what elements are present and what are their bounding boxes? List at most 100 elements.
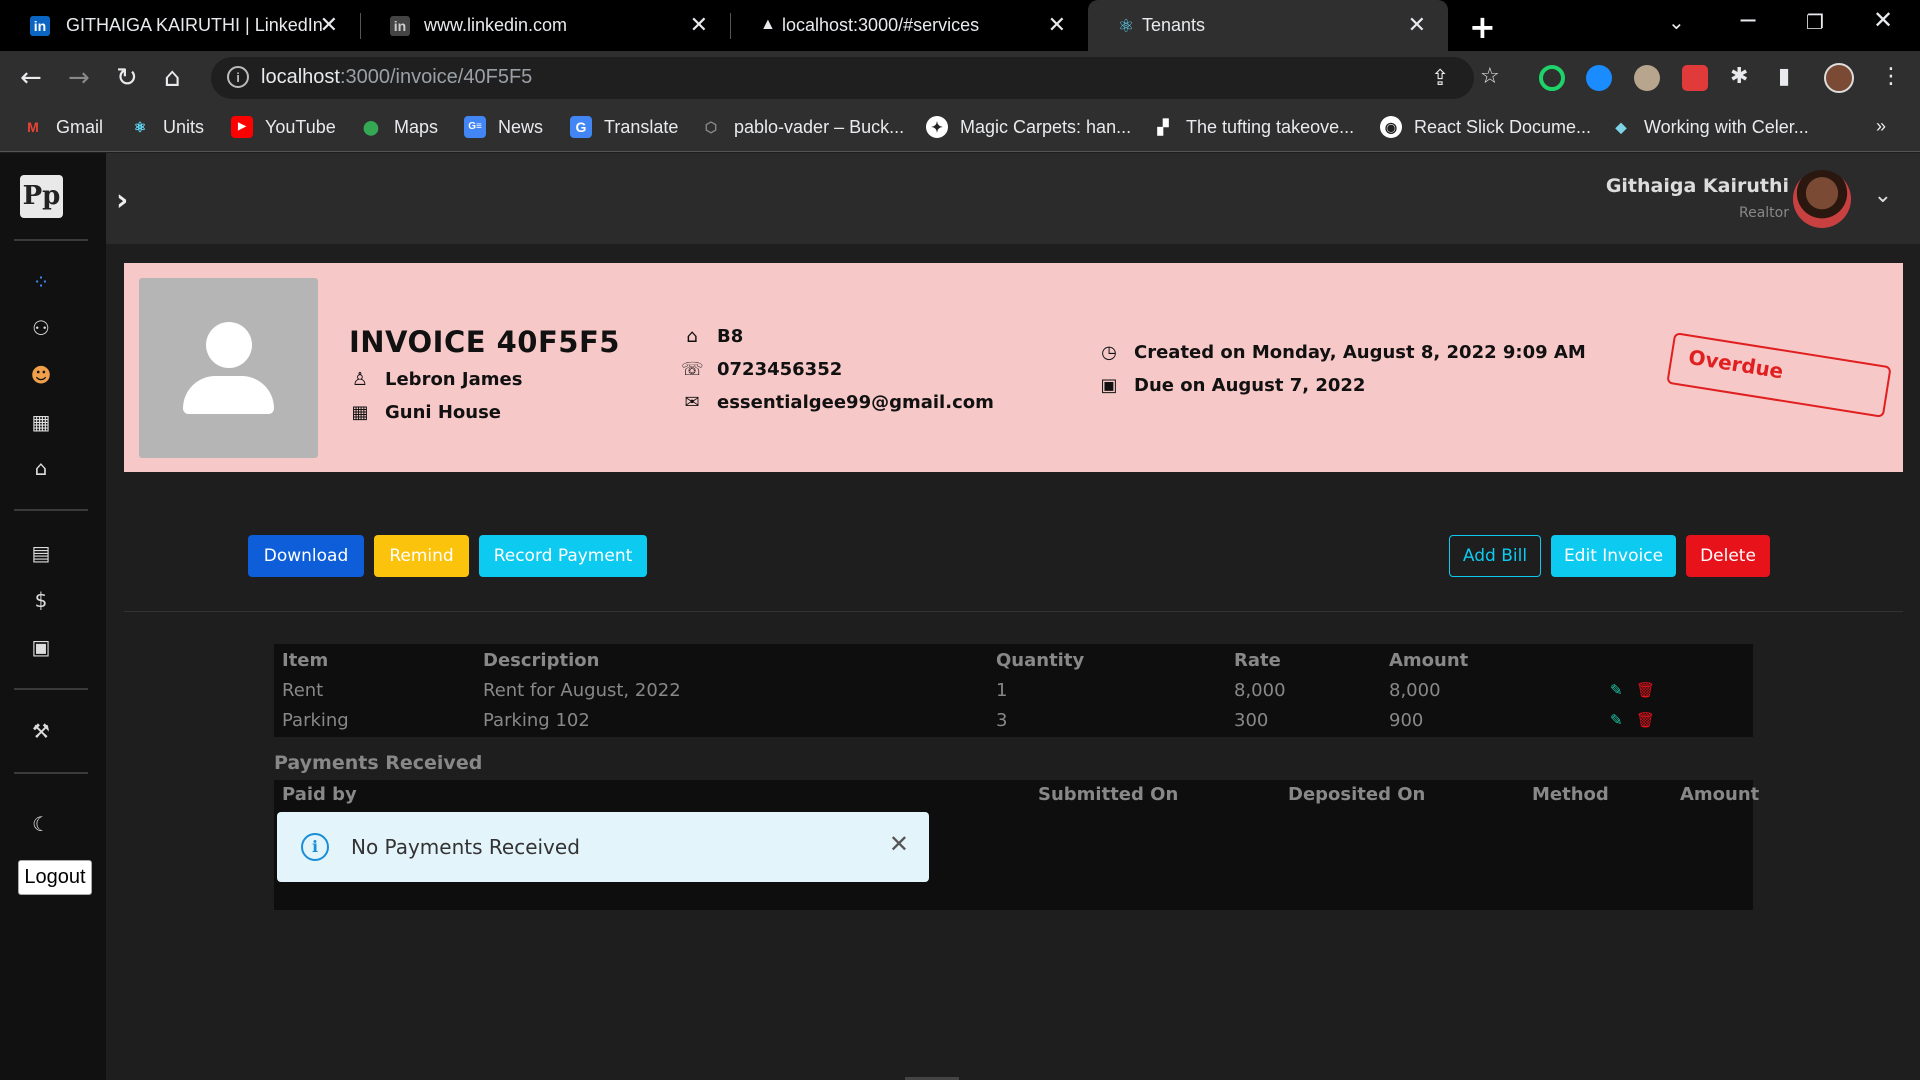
dashboard-icon[interactable]: ⁘: [28, 269, 54, 295]
extension-red-icon[interactable]: [1682, 65, 1708, 91]
billing-icon[interactable]: $: [28, 587, 54, 613]
github-icon: ⬡: [704, 119, 718, 135]
close-tab-icon[interactable]: ✕: [320, 12, 338, 38]
unit-row: ⌂ B8: [681, 326, 743, 347]
chevron-down-icon[interactable]: ⌄: [1874, 183, 1892, 208]
add-bill-button[interactable]: Add Bill: [1449, 535, 1541, 577]
bookmark-react-slick[interactable]: ◉ React Slick Docume...: [1380, 116, 1591, 138]
share-icon[interactable]: ⇪: [1431, 66, 1449, 91]
due-row: ▣ Due on August 7, 2022: [1098, 375, 1365, 396]
cube-icon: ◆: [1615, 119, 1627, 135]
cell-description: Rent for August, 2022: [483, 680, 681, 701]
due-date: Due on August 7, 2022: [1134, 375, 1366, 396]
triangle-icon: ▲: [760, 16, 776, 33]
user-icon[interactable]: ☻: [28, 362, 54, 388]
remind-button[interactable]: Remind: [374, 535, 469, 577]
edit-pencil-icon[interactable]: ✎: [1610, 711, 1623, 729]
close-tab-icon[interactable]: ✕: [1048, 12, 1066, 38]
user-role: Realtor: [1739, 205, 1789, 221]
extension-green-icon[interactable]: [1539, 65, 1565, 91]
reload-icon[interactable]: ↻: [116, 63, 138, 93]
linkedin-icon: in: [390, 16, 410, 36]
bookmark-news[interactable]: G≡ News: [464, 116, 543, 138]
invoice-title: INVOICE 40F5F5: [349, 325, 620, 359]
column-header-submitted-on: Submitted On: [1038, 784, 1179, 805]
close-icon[interactable]: ✕: [889, 830, 909, 858]
address-bar[interactable]: i localhost:3000/invoice/40F5F5 ⇪: [211, 57, 1474, 99]
bookmark-youtube[interactable]: ▶ YouTube: [231, 116, 336, 138]
extensions-puzzle-icon[interactable]: ✱: [1730, 64, 1748, 89]
extension-shazam-icon[interactable]: [1586, 65, 1612, 91]
back-arrow-icon[interactable]: ←: [20, 63, 42, 93]
info-icon: i: [301, 833, 329, 861]
more-bookmarks-button[interactable]: »: [1876, 116, 1886, 137]
column-header-deposited-on: Deposited On: [1288, 784, 1426, 805]
home-icon[interactable]: ⌂: [28, 455, 54, 481]
bookmark-maps[interactable]: ⬤ Maps: [360, 116, 438, 138]
app-logo[interactable]: Pp: [20, 175, 63, 218]
unit-number: B8: [717, 326, 744, 347]
bookmark-units[interactable]: ⚛ Units: [129, 116, 204, 138]
column-header-rate: Rate: [1234, 650, 1281, 671]
bookmark-tufting[interactable]: ▞ The tufting takeove...: [1152, 116, 1355, 138]
column-header-method: Method: [1532, 784, 1609, 805]
close-window-icon[interactable]: ✕: [1873, 6, 1893, 34]
bookmark-magic-carpets[interactable]: ✦ Magic Carpets: han...: [926, 116, 1131, 138]
cell-quantity: 3: [996, 710, 1008, 731]
menu-kebab-icon[interactable]: ⋮: [1880, 64, 1902, 89]
dark-mode-moon-icon[interactable]: ☾: [28, 811, 54, 837]
bookmark-star-icon[interactable]: ☆: [1480, 64, 1500, 89]
tab-search-icon[interactable]: ⌄: [1668, 10, 1685, 34]
react-icon: ⚛: [133, 119, 147, 135]
created-date: Created on Monday, August 8, 2022 9:09 A…: [1134, 342, 1586, 363]
record-payment-button[interactable]: Record Payment: [479, 535, 647, 577]
bookmark-celery[interactable]: ◆ Working with Celer...: [1610, 116, 1809, 138]
side-panel-icon[interactable]: ▮: [1778, 64, 1790, 89]
delete-trash-icon[interactable]: 🗑: [1636, 711, 1655, 729]
edit-invoice-button[interactable]: Edit Invoice: [1551, 535, 1676, 577]
edit-pencil-icon[interactable]: ✎: [1610, 681, 1623, 699]
column-header-amount: Amount: [1389, 650, 1469, 671]
site-info-icon[interactable]: i: [227, 66, 249, 88]
properties-icon[interactable]: ▦: [28, 409, 54, 435]
cell-item: Parking: [282, 710, 349, 731]
calendar-icon: ▣: [1100, 375, 1118, 396]
delete-trash-icon[interactable]: 🗑: [1636, 681, 1655, 699]
bookmark-gmail[interactable]: M Gmail: [22, 116, 103, 138]
browser-tab-linkedin-profile[interactable]: in GITHAIGA KAIRUTHI | LinkedIn ✕: [0, 0, 360, 51]
wrench-icon[interactable]: ⚒: [28, 718, 54, 744]
close-tab-icon[interactable]: ✕: [1408, 12, 1426, 38]
url-text[interactable]: localhost:3000/invoice/40F5F5: [261, 66, 532, 89]
house-icon: ⌂: [686, 326, 698, 347]
invoice-icon[interactable]: ▤: [28, 540, 54, 566]
person-body-shape: [183, 376, 274, 414]
bookmark-pablo-vader[interactable]: ⬡ pablo-vader – Buck...: [700, 116, 904, 138]
profile-avatar-icon[interactable]: [1824, 63, 1854, 93]
restore-icon[interactable]: ❐: [1806, 10, 1824, 34]
browser-tab-tenants[interactable]: ⚛ Tenants ✕: [1088, 0, 1448, 51]
tenant-name-row: ♙ Lebron James: [349, 369, 523, 390]
home-icon[interactable]: ⌂: [164, 63, 181, 93]
avatar[interactable]: [1793, 170, 1851, 228]
email-row: ✉ essentialgee99@gmail.com: [681, 392, 993, 413]
column-header-amount: Amount: [1680, 784, 1760, 805]
tab-title: www.linkedin.com: [424, 15, 568, 35]
news-icon: G≡: [464, 116, 486, 138]
bookmark-translate[interactable]: G Translate: [570, 116, 678, 138]
payments-section-title: Payments Received: [274, 752, 483, 774]
download-button[interactable]: Download: [248, 535, 364, 577]
extension-owl-icon[interactable]: [1634, 65, 1660, 91]
expand-sidebar-chevron-icon[interactable]: ›: [116, 183, 128, 218]
browser-tab-linkedin[interactable]: in www.linkedin.com ✕: [360, 0, 730, 51]
close-tab-icon[interactable]: ✕: [690, 12, 708, 38]
delete-button[interactable]: Delete: [1686, 535, 1770, 577]
cash-icon[interactable]: ▣: [28, 634, 54, 660]
browser-tab-services[interactable]: ▲ localhost:3000/#services ✕: [730, 0, 1088, 51]
forward-arrow-icon[interactable]: →: [68, 63, 90, 93]
site-icon: ▞: [1157, 119, 1169, 135]
tenants-icon[interactable]: ⚇: [28, 315, 54, 341]
browser-toolbar: ← → ↻ ⌂ i localhost:3000/invoice/40F5F5 …: [0, 51, 1920, 106]
new-tab-button[interactable]: +: [1469, 8, 1496, 46]
logout-button[interactable]: Logout: [18, 860, 92, 895]
minimize-icon[interactable]: −: [1738, 6, 1758, 34]
